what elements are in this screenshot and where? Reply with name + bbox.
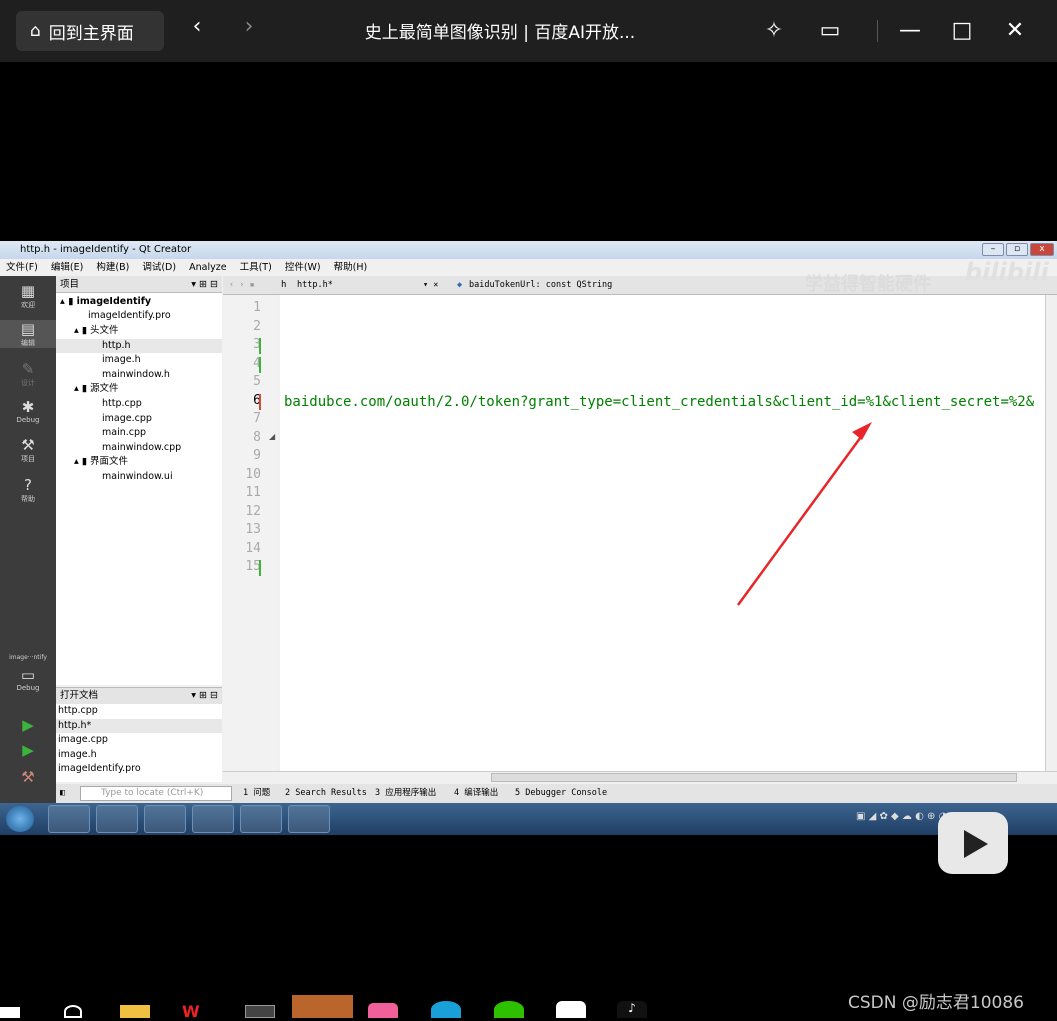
annotation-arrow-layer — [736, 422, 872, 606]
play-button[interactable] — [938, 812, 1008, 874]
play-icon — [964, 830, 988, 858]
tiktok-icon[interactable]: ♪ — [617, 1001, 647, 1018]
wechat-icon[interactable] — [494, 1001, 524, 1018]
edge-icon[interactable] — [431, 1001, 461, 1018]
wps-icon[interactable]: W — [182, 1004, 212, 1020]
windows-start-icon[interactable] — [0, 1007, 20, 1018]
active-app-icon[interactable] — [292, 995, 353, 1018]
terminal-icon[interactable] — [245, 1005, 275, 1018]
search-icon[interactable] — [64, 1005, 82, 1018]
red-arrow-shaft — [736, 429, 868, 606]
host-taskbar: W ♪ — [0, 995, 845, 1020]
app-icon[interactable] — [556, 1001, 586, 1018]
channel-watermark: 学益得智能硬件 — [805, 274, 931, 295]
bilibili-logo: bilibili — [965, 258, 1049, 286]
red-arrow-head — [852, 422, 872, 440]
csdn-credit: CSDN @励志君10086 — [848, 993, 1024, 1013]
folder-icon[interactable] — [120, 1005, 150, 1018]
bilibili-app-icon[interactable] — [368, 1003, 398, 1018]
